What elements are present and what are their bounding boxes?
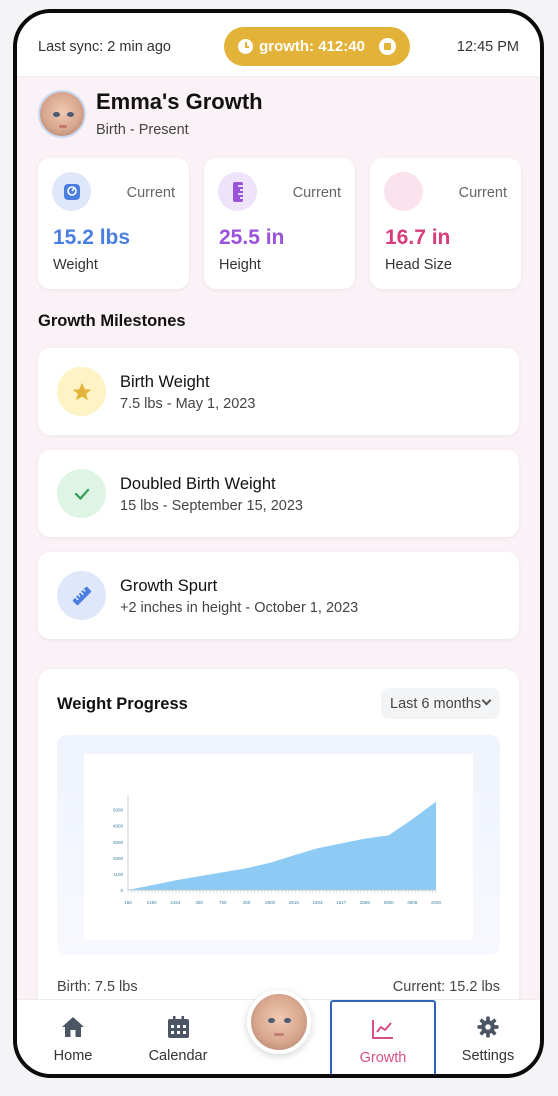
- chart-container: 5000 4000 3000 2000 1100 0 150 2160 2164 400 759 25…: [57, 735, 500, 955]
- stat-current-label: Current: [292, 185, 341, 201]
- stat-label: Weight: [53, 257, 98, 273]
- milestone-subtitle: +2 inches in height - October 1, 2023: [120, 600, 359, 616]
- x-tick-label: 150: [124, 900, 132, 905]
- scale-icon: [52, 172, 91, 211]
- page-subtitle: Birth - Present: [96, 122, 189, 138]
- range-select[interactable]: Last 6 months: [381, 688, 500, 719]
- milestone-title: Birth Weight: [120, 373, 210, 391]
- home-icon: [60, 1014, 86, 1040]
- x-tick-label: 2608: [407, 900, 418, 905]
- nav-home[interactable]: Home: [20, 1000, 126, 1074]
- y-tick-label: 3000: [113, 840, 124, 845]
- weight-area-chart: 5000 4000 3000 2000 1100 0 150 2160 2164 400 759 25…: [113, 796, 442, 905]
- milestone-card[interactable]: Birth Weight 7.5 lbs - May 1, 2023: [38, 348, 519, 435]
- x-tick-label: 759: [219, 900, 227, 905]
- phone-frame: Last sync: 2 min ago growth: 412:40 12:4…: [13, 9, 544, 1078]
- bottom-nav: Home Calendar Growth Settings: [17, 990, 540, 1074]
- chart-line-icon: [370, 1016, 396, 1042]
- page-title: Emma's Growth: [96, 89, 263, 114]
- x-tick-label: 400: [195, 900, 203, 905]
- chart-current-label: Current: 15.2 lbs: [392, 979, 500, 995]
- ruler-icon: [57, 571, 106, 620]
- stat-card-weight[interactable]: Current 15.2 lbs Weight: [38, 158, 189, 289]
- milestone-title: Growth Spurt: [120, 577, 218, 595]
- x-tick-label: 250: [243, 900, 251, 905]
- x-tick-label: 2164: [170, 900, 181, 905]
- weight-progress-card: Weight Progress Last 6 months 5000 4000 30…: [38, 669, 519, 1029]
- head-icon: [384, 172, 423, 211]
- profile-header: Emma's Growth Birth - Present: [38, 89, 263, 138]
- milestone-card[interactable]: Growth Spurt +2 inches in height - Octob…: [38, 552, 519, 639]
- gear-icon: [475, 1014, 501, 1040]
- stat-label: Height: [219, 257, 261, 273]
- range-select-value: Last 6 months: [390, 695, 482, 712]
- growth-timer-pill[interactable]: growth: 412:40: [224, 27, 410, 66]
- y-tick-label: 0: [120, 888, 123, 893]
- chevron-down-icon: [481, 695, 492, 706]
- stat-value: 25.5 in: [219, 226, 285, 249]
- nav-settings-label: Settings: [461, 1048, 515, 1064]
- clock-time: 12:45 PM: [456, 39, 519, 55]
- chart-canvas: 5000 4000 3000 2000 1100 0 150 2160 2164 400 759 25…: [84, 754, 473, 940]
- avatar-mouth: [59, 124, 67, 128]
- check-icon: [57, 469, 106, 518]
- x-tick-label: 2515: [289, 900, 300, 905]
- stat-value: 16.7 in: [385, 226, 451, 249]
- milestone-card[interactable]: Doubled Birth Weight 15 lbs - September …: [38, 450, 519, 537]
- stat-card-height[interactable]: Current 25.5 in Height: [204, 158, 355, 289]
- nav-growth[interactable]: Growth: [330, 1000, 436, 1074]
- y-tick-label: 4000: [113, 824, 124, 829]
- chart-title: Weight Progress: [57, 695, 188, 713]
- stat-current-label: Current: [126, 185, 175, 201]
- milestone-subtitle: 15 lbs - September 15, 2023: [120, 498, 303, 514]
- y-tick-label: 1100: [113, 872, 123, 877]
- y-tick-label: 5000: [113, 808, 124, 813]
- stat-current-label: Current: [458, 185, 507, 201]
- stop-timer-button[interactable]: [378, 38, 396, 55]
- stat-card-head-size[interactable]: Current 16.7 in Head Size: [370, 158, 521, 289]
- nav-home-label: Home: [53, 1048, 93, 1064]
- stop-icon: [383, 43, 391, 50]
- x-tick-label: 1503: [313, 900, 324, 905]
- calendar-icon: [165, 1014, 191, 1040]
- avatar-mouth: [274, 1033, 284, 1036]
- avatar-eye: [53, 111, 60, 117]
- milestone-subtitle: 7.5 lbs - May 1, 2023: [120, 396, 256, 412]
- x-tick-label: 2860: [384, 900, 395, 905]
- nav-calendar-label: Calendar: [148, 1048, 208, 1064]
- avatar-eye: [284, 1018, 291, 1023]
- x-tick-label: 2160: [147, 900, 158, 905]
- avatar-eye: [67, 111, 74, 117]
- avatar-eye: [268, 1018, 275, 1023]
- star-icon: [57, 367, 106, 416]
- last-sync-text: Last sync: 2 min ago: [38, 39, 171, 55]
- x-tick-label: 2566: [360, 900, 371, 905]
- avatar[interactable]: [247, 990, 311, 1054]
- weight-area-series: [128, 801, 436, 890]
- stat-value: 15.2 lbs: [53, 226, 131, 249]
- milestone-title: Doubled Birth Weight: [120, 475, 276, 493]
- avatar[interactable]: [38, 89, 86, 138]
- milestones-heading: Growth Milestones: [38, 312, 186, 330]
- x-tick-label: 2020: [431, 900, 442, 905]
- nav-settings[interactable]: Settings: [435, 1000, 540, 1074]
- growth-timer-text: growth: 412:40: [259, 38, 365, 55]
- nav-growth-label: Growth: [359, 1050, 407, 1066]
- x-tick-label: 1517: [336, 900, 347, 905]
- y-tick-label: 2000: [113, 856, 124, 861]
- chart-birth-label: Birth: 7.5 lbs: [57, 979, 138, 995]
- x-tick-label: 2600: [265, 900, 276, 905]
- status-bar: Last sync: 2 min ago growth: 412:40 12:4…: [17, 13, 540, 77]
- stat-label: Head Size: [385, 257, 452, 273]
- clock-icon: [238, 39, 254, 54]
- ruler-icon: [218, 172, 257, 211]
- stats-row: Current 15.2 lbs Weight Current 25.5 in …: [38, 158, 521, 289]
- nav-calendar[interactable]: Calendar: [125, 1000, 231, 1074]
